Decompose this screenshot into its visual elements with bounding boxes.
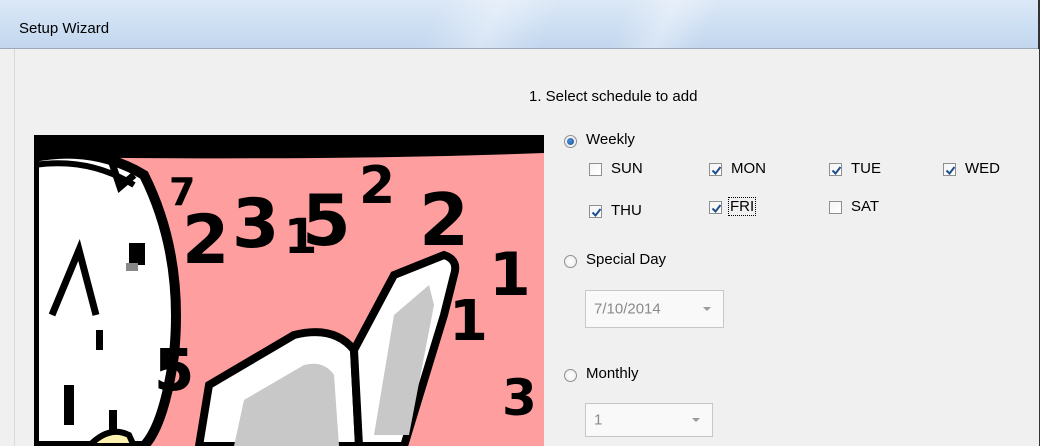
numeral: 3 [232, 185, 279, 264]
numeral: 3 [502, 369, 537, 427]
numeral: 5 [154, 336, 194, 404]
special-day-radio[interactable] [564, 255, 577, 268]
wed-checkbox[interactable] [943, 163, 956, 176]
numeral: 1 [449, 289, 488, 354]
mon-checkbox[interactable] [709, 163, 722, 176]
thu-label[interactable]: THU [611, 202, 642, 219]
monthly-day-value: 1 [594, 411, 603, 429]
chevron-down-icon[interactable] [703, 307, 711, 311]
check-icon [945, 166, 956, 176]
mon-label[interactable]: MON [731, 160, 766, 177]
thu-checkbox[interactable] [589, 205, 602, 218]
title-bar-glare [608, 0, 722, 48]
weekly-radio[interactable] [564, 135, 577, 148]
sat-checkbox[interactable] [829, 201, 842, 214]
check-icon [831, 166, 842, 176]
monthly-label[interactable]: Monthly [586, 365, 639, 382]
fri-label[interactable]: FRI [727, 197, 757, 216]
numeral: 5 [302, 180, 351, 262]
tue-label[interactable]: TUE [851, 160, 881, 177]
sun-checkbox[interactable] [589, 163, 602, 176]
check-icon [591, 208, 602, 218]
check-icon [711, 204, 722, 214]
weekly-label[interactable]: Weekly [586, 131, 635, 148]
numeral: 2 [359, 156, 395, 216]
tue-checkbox[interactable] [829, 163, 842, 176]
special-day-date-picker[interactable]: 7/10/2014 [585, 290, 724, 328]
step-heading: 1. Select schedule to add [529, 88, 698, 105]
sun-label[interactable]: SUN [611, 160, 643, 177]
window-title: Setup Wizard [19, 20, 110, 37]
chevron-down-icon[interactable] [692, 418, 700, 422]
setup-wizard-window: Setup Wizard 7 2 3 1 5 2 2 1 5 1 3 1. Se… [0, 0, 1040, 446]
monthly-radio[interactable] [564, 369, 577, 382]
title-bar-glare [418, 0, 562, 48]
sat-label[interactable]: SAT [851, 198, 879, 215]
numeral: 1 [489, 240, 531, 310]
numeral: 2 [419, 178, 469, 262]
numeral: 2 [182, 201, 229, 280]
title-bar[interactable]: Setup Wizard [0, 0, 1038, 49]
wed-label[interactable]: WED [965, 160, 1000, 177]
special-day-date-value: 7/10/2014 [594, 300, 661, 318]
check-icon [711, 166, 722, 176]
special-day-label[interactable]: Special Day [586, 251, 666, 268]
monthly-day-select[interactable]: 1 [585, 403, 713, 437]
fri-checkbox[interactable] [709, 201, 722, 214]
calendar-clock-illustration: 7 2 3 1 5 2 2 1 5 1 3 [34, 135, 544, 446]
